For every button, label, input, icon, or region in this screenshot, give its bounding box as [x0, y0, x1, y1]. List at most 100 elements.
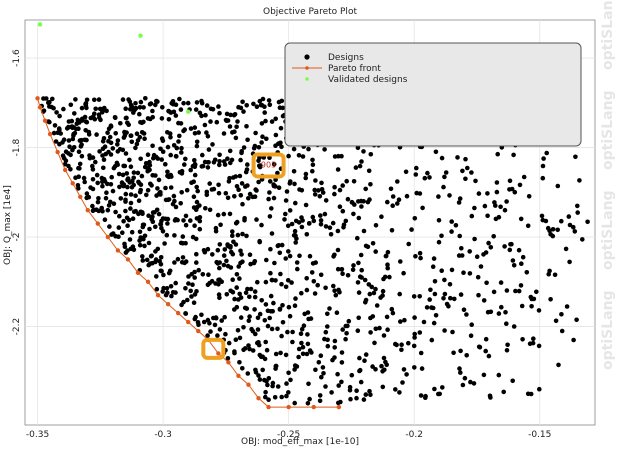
design-point	[368, 392, 373, 398]
design-point	[390, 203, 396, 208]
design-point	[124, 215, 130, 221]
design-point	[385, 262, 390, 268]
design-point	[242, 218, 247, 223]
design-point	[105, 181, 110, 187]
design-point	[169, 174, 174, 179]
design-point	[486, 240, 491, 246]
design-point	[382, 274, 388, 280]
design-point	[296, 354, 301, 360]
design-point	[170, 201, 176, 207]
design-point	[424, 305, 430, 310]
design-point	[366, 168, 372, 174]
design-point	[464, 353, 470, 358]
design-point	[102, 144, 108, 149]
design-point	[529, 296, 535, 302]
design-point	[213, 225, 219, 231]
design-point	[469, 322, 475, 328]
design-point	[472, 236, 477, 242]
pareto-front-point	[70, 181, 75, 186]
design-point	[417, 250, 423, 256]
design-point	[183, 286, 188, 291]
design-point	[221, 253, 227, 258]
design-point	[142, 243, 147, 249]
design-point	[116, 225, 122, 230]
design-point	[93, 106, 98, 112]
design-point	[483, 250, 489, 255]
design-point	[199, 312, 204, 318]
design-point	[505, 342, 510, 348]
design-point	[237, 335, 243, 341]
design-point	[213, 281, 218, 286]
design-point	[461, 307, 467, 313]
design-point	[462, 375, 468, 381]
design-point	[137, 229, 143, 235]
design-point	[379, 214, 384, 219]
design-point	[69, 124, 75, 129]
design-point	[238, 315, 244, 320]
design-point	[273, 116, 279, 122]
design-point	[368, 152, 374, 157]
design-point	[183, 213, 189, 219]
design-point	[141, 131, 147, 136]
design-point	[188, 167, 193, 173]
design-point	[300, 351, 306, 357]
design-point	[299, 188, 305, 193]
design-point	[361, 228, 367, 234]
design-point	[60, 153, 66, 158]
design-point	[180, 234, 186, 239]
design-point	[96, 97, 102, 102]
design-point	[251, 101, 256, 107]
design-point	[145, 165, 151, 171]
design-point	[252, 289, 258, 294]
design-point	[207, 280, 212, 286]
design-point	[493, 216, 499, 222]
design-point	[559, 328, 565, 334]
design-point	[127, 157, 132, 163]
design-point	[181, 299, 186, 305]
design-point	[332, 345, 338, 350]
design-point	[193, 107, 199, 112]
design-point	[217, 242, 223, 247]
design-point	[524, 270, 530, 275]
design-point	[269, 119, 275, 124]
design-point	[44, 96, 49, 101]
design-point	[113, 233, 118, 239]
design-point	[121, 218, 126, 224]
design-point	[181, 128, 186, 134]
design-point	[221, 211, 227, 217]
design-point	[128, 133, 134, 138]
design-point	[363, 186, 369, 192]
design-point	[177, 133, 182, 139]
design-point	[232, 112, 238, 117]
design-point	[331, 254, 336, 259]
design-point	[361, 397, 367, 402]
pareto-front-point	[78, 194, 83, 199]
design-point	[292, 228, 298, 234]
design-point	[291, 146, 297, 152]
design-point	[252, 143, 258, 149]
design-point	[486, 353, 492, 359]
pareto-front-point	[47, 131, 53, 137]
design-point	[271, 195, 277, 201]
design-point	[433, 149, 439, 155]
design-point	[552, 272, 558, 278]
design-point	[418, 393, 424, 398]
design-point	[214, 119, 220, 125]
design-point	[465, 165, 470, 171]
design-point	[287, 181, 293, 186]
design-point	[456, 200, 462, 205]
design-point	[97, 115, 102, 120]
design-point	[387, 274, 392, 280]
design-point	[336, 287, 341, 293]
design-point	[483, 336, 489, 342]
design-point	[345, 273, 351, 278]
design-point	[577, 178, 582, 183]
design-point	[429, 337, 435, 343]
design-point	[156, 177, 162, 183]
design-point	[158, 254, 164, 260]
design-point	[52, 123, 58, 128]
design-point	[441, 296, 446, 301]
design-point	[194, 139, 200, 145]
design-point	[179, 190, 184, 195]
design-point	[423, 393, 428, 399]
